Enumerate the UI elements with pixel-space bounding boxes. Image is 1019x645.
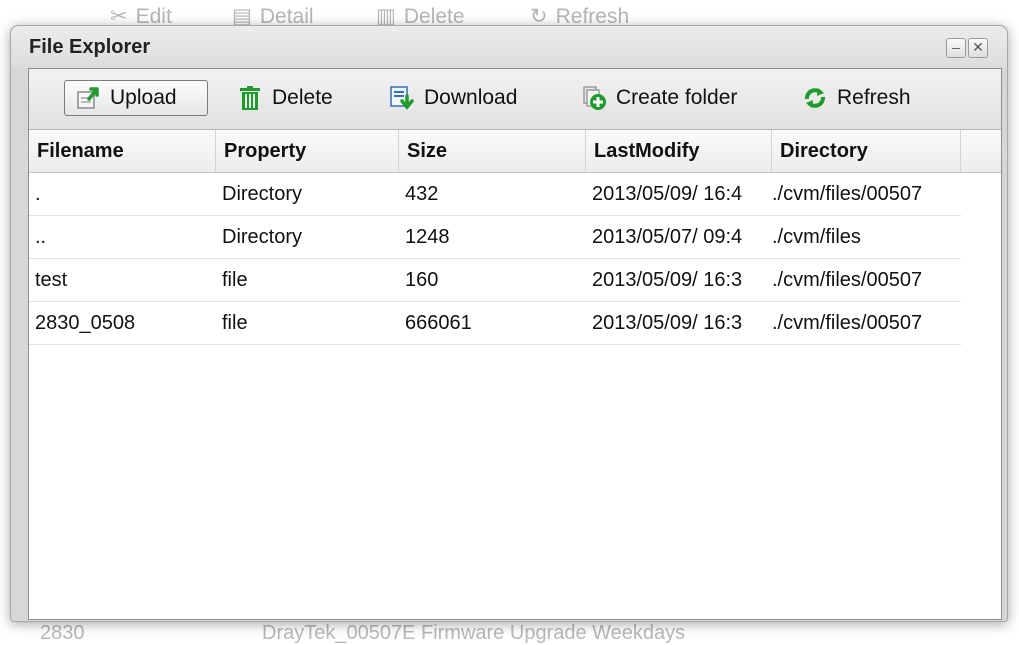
upload-button[interactable]: Upload (64, 80, 208, 116)
delete-button[interactable]: Delete (227, 80, 362, 116)
window-title: File Explorer (29, 36, 151, 58)
column-header-size[interactable]: Size (399, 130, 586, 172)
delete-label: Delete (272, 86, 333, 109)
cell-lastmodify: 2013/05/07/ 09:4 (592, 226, 743, 248)
column-header-lastmodify[interactable]: LastModify (586, 130, 772, 172)
explorer-toolbar: Upload Delete Download Create folder Ref… (29, 69, 1001, 130)
file-table-header: Filename Property Size LastModify Direct… (29, 130, 1001, 173)
create-folder-label: Create folder (616, 86, 738, 109)
explorer-panel: Upload Delete Download Create folder Ref… (28, 68, 1002, 620)
background-row-id: 2830 (40, 622, 85, 644)
minimize-button[interactable]: – (946, 38, 966, 58)
cell-filename: .. (35, 226, 47, 248)
refresh-icon (805, 88, 825, 108)
cell-lastmodify: 2013/05/09/ 16:4 (592, 183, 743, 205)
cell-filename: test (35, 269, 68, 291)
download-icon (390, 86, 414, 110)
download-button[interactable]: Download (379, 80, 551, 116)
cell-property: file (222, 269, 248, 291)
cell-size: 160 (405, 269, 439, 291)
table-row[interactable]: test file 160 2013/05/09/ 16:3 ./cvm/fil… (29, 259, 961, 302)
cell-property: Directory (222, 226, 303, 248)
cell-directory: ./cvm/files/00507 (772, 312, 923, 334)
cell-lastmodify: 2013/05/09/ 16:3 (592, 269, 743, 291)
cell-lastmodify: 2013/05/09/ 16:3 (592, 312, 743, 334)
file-explorer-window: File Explorer – ✕ Upload Delete Download… (10, 25, 1008, 622)
create-folder-button[interactable]: Create folder (571, 80, 776, 116)
cell-property: file (222, 312, 248, 334)
title-bar[interactable]: File Explorer – ✕ (11, 26, 1007, 68)
close-button[interactable]: ✕ (968, 38, 988, 58)
column-header-directory[interactable]: Directory (772, 130, 961, 172)
cell-property: Directory (222, 183, 303, 205)
background-row-description: DrayTek_00507E Firmware Upgrade Weekdays (262, 622, 686, 644)
table-row[interactable]: 2830_0508 file 666061 2013/05/09/ 16:3 .… (29, 302, 961, 345)
create-folder-icon (583, 86, 606, 110)
cell-directory: ./cvm/files (772, 226, 861, 248)
refresh-label: Refresh (837, 86, 911, 109)
cell-directory: ./cvm/files/00507 (772, 183, 923, 205)
cell-filename: . (35, 183, 41, 205)
upload-label: Upload (110, 86, 177, 109)
cell-size: 666061 (405, 312, 472, 334)
table-row[interactable]: .. Directory 1248 2013/05/07/ 09:4 ./cvm… (29, 216, 961, 259)
table-row[interactable]: . Directory 432 2013/05/09/ 16:4 ./cvm/f… (29, 173, 961, 216)
download-label: Download (424, 86, 518, 109)
cell-filename: 2830_0508 (35, 312, 136, 334)
column-header-filename[interactable]: Filename (29, 130, 216, 172)
cell-size: 432 (405, 183, 439, 205)
refresh-button[interactable]: Refresh (792, 80, 942, 116)
cell-directory: ./cvm/files/00507 (772, 269, 923, 291)
trash-icon (240, 86, 260, 110)
column-header-property[interactable]: Property (216, 130, 399, 172)
upload-icon (77, 87, 99, 109)
cell-size: 1248 (405, 226, 450, 248)
